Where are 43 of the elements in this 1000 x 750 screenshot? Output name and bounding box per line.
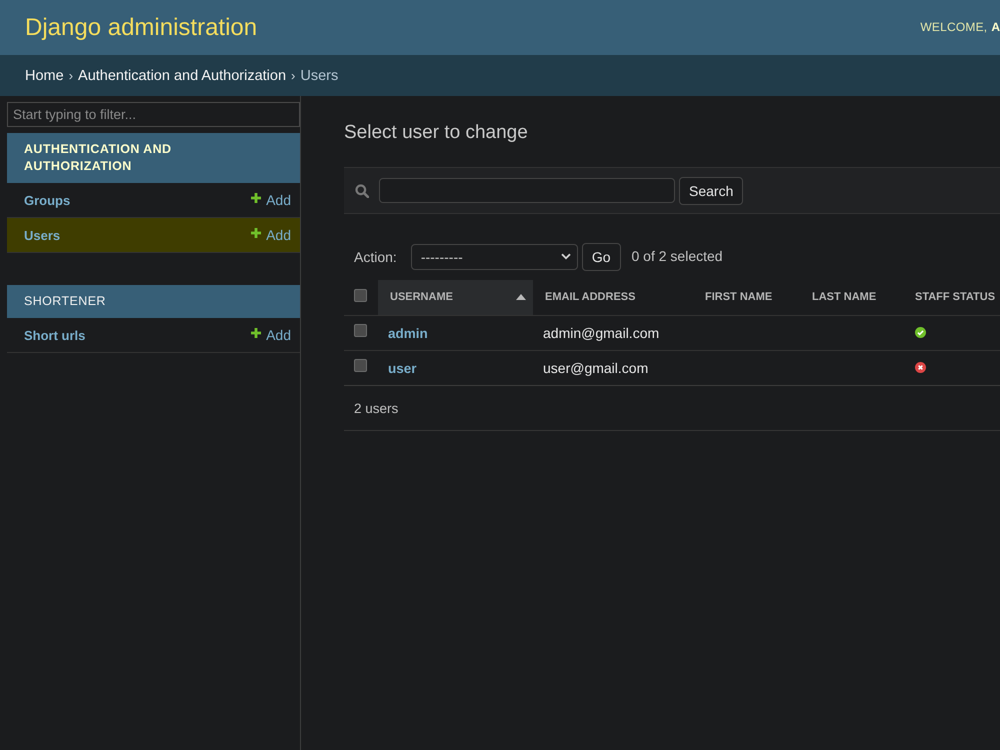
plus-icon	[251, 228, 262, 238]
user-name: A	[991, 20, 1000, 34]
username-link[interactable]: admin	[388, 326, 428, 340]
search-field[interactable]	[379, 178, 675, 203]
go-button[interactable]: Go	[582, 242, 620, 270]
filter-field[interactable]: Start typing to filter...	[7, 102, 300, 127]
model-link[interactable]: Groups	[24, 192, 70, 208]
action-label: Action:	[354, 248, 397, 264]
model-link[interactable]: Short urls	[24, 328, 86, 342]
column-header[interactable]: STAFF STATUS	[903, 280, 1000, 315]
module-header[interactable]: AUTHENTICATION AND AUTHORIZATION	[7, 133, 300, 183]
add-link[interactable]: Add	[251, 327, 291, 343]
username-link[interactable]: user	[388, 360, 417, 376]
action-select[interactable]: ---------	[410, 244, 578, 270]
plus-icon	[251, 192, 262, 202]
select-all-checkbox[interactable]	[354, 288, 367, 302]
search-button[interactable]: Search	[679, 176, 744, 204]
selection-counter: 0 of 2 selected	[632, 248, 723, 264]
row-checkbox[interactable]	[354, 324, 367, 337]
email-cell: user@gmail.com	[543, 360, 648, 376]
column-header[interactable]: EMAIL ADDRESS	[533, 280, 693, 315]
column-header[interactable]: LAST NAME	[800, 280, 903, 315]
welcome-text: WELCOME,	[920, 20, 988, 34]
result-count: 2 users	[344, 386, 1000, 430]
email-cell: admin@gmail.com	[543, 324, 660, 340]
search-icon	[355, 184, 369, 198]
site-title: Django administration	[25, 14, 258, 42]
row-checkbox[interactable]	[354, 359, 367, 372]
caret-up-icon	[516, 294, 526, 300]
breadcrumb-link[interactable]: Authentication and Authorization	[78, 68, 286, 84]
breadcrumb-separator: ›	[291, 68, 296, 83]
breadcrumb-current: Users	[300, 68, 338, 84]
model-link[interactable]: Users	[24, 228, 60, 242]
chevron-down-icon	[560, 253, 571, 260]
page-title: Select user to change	[344, 121, 529, 145]
breadcrumb-separator: ›	[68, 68, 74, 83]
add-link[interactable]: Add	[251, 192, 291, 208]
plus-icon	[251, 328, 262, 338]
module-header[interactable]: SHORTENER	[7, 285, 300, 318]
add-link[interactable]: Add	[251, 227, 291, 243]
breadcrumb-link[interactable]: Home	[25, 68, 64, 84]
column-header[interactable]: FIRST NAME	[693, 280, 800, 315]
column-header[interactable]: USERNAME	[378, 280, 533, 315]
